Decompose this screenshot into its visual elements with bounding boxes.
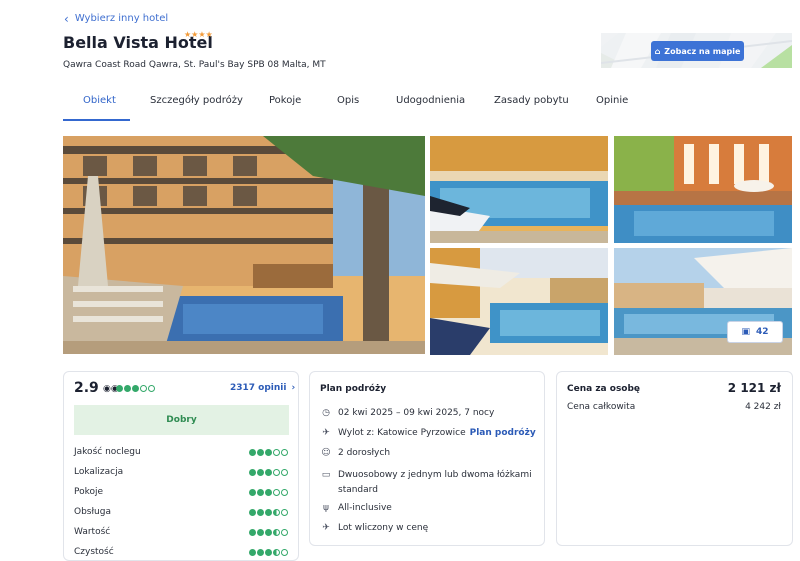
criterion-bubbles bbox=[249, 469, 288, 476]
criterion-bubbles bbox=[249, 489, 288, 496]
rating-bubble bbox=[281, 449, 288, 456]
trip-dates-row: ◷ 02 kwi 2025 – 09 kwi 2025, 7 nocy bbox=[320, 408, 540, 418]
room-row: ▭ Dwuosobowy z jednym lub dwoma łóżkami … bbox=[320, 468, 540, 498]
guests-row: ☺ 2 dorosłych bbox=[320, 448, 540, 458]
flight-included: Lot wliczony w cenę bbox=[338, 523, 429, 533]
criterion-label: Wartość bbox=[74, 527, 111, 537]
trip-dates: 02 kwi 2025 – 09 kwi 2025, 7 nocy bbox=[338, 408, 495, 418]
tab-bar: Obiekt Szczegóły podróży Pokoje Opis Udo… bbox=[63, 95, 663, 121]
rating-bubble bbox=[132, 385, 139, 392]
criterion-label: Obsługa bbox=[74, 507, 111, 517]
guests: 2 dorosłych bbox=[338, 448, 391, 458]
rating-bubble bbox=[281, 529, 288, 536]
calendar-icon: ◷ bbox=[322, 408, 330, 418]
map-pin-icon: ⌂ bbox=[654, 46, 661, 56]
rating-bubble bbox=[273, 449, 280, 456]
rating-bubble bbox=[249, 509, 256, 516]
rating-bubble bbox=[257, 489, 264, 496]
trip-plan-title: Plan podróży bbox=[320, 384, 387, 394]
criterion-label: Pokoje bbox=[74, 487, 104, 497]
rating-bubble bbox=[257, 509, 264, 516]
tab-udogodnienia[interactable]: Udogodnienia bbox=[396, 95, 465, 106]
rating-bubble bbox=[116, 385, 123, 392]
tab-opis[interactable]: Opis bbox=[337, 95, 359, 106]
criterion-bubbles bbox=[249, 449, 288, 456]
rating-bubble bbox=[273, 489, 280, 496]
rating-bubble bbox=[265, 469, 272, 476]
photo-count-button[interactable]: ▣ 42 bbox=[727, 321, 783, 343]
rating-bubble bbox=[249, 489, 256, 496]
flight-icon: ✈ bbox=[322, 523, 330, 533]
rating-bubble bbox=[273, 509, 280, 516]
rating-bubble bbox=[281, 509, 288, 516]
rating-bubble bbox=[249, 469, 256, 476]
rating-bubble bbox=[257, 449, 264, 456]
rating-score: 2.9 bbox=[74, 380, 99, 396]
tab-opinie[interactable]: Opinie bbox=[596, 95, 628, 106]
price-per-person-label: Cena za osobę bbox=[567, 384, 641, 394]
criterion-bubbles bbox=[249, 509, 288, 516]
rating-bubble bbox=[257, 469, 264, 476]
rating-bubble bbox=[281, 469, 288, 476]
room-type: Dwuosobowy z jednym lub dwoma łóżkami st… bbox=[338, 470, 532, 495]
gallery-photo-2[interactable] bbox=[430, 136, 608, 243]
rating-bubble bbox=[273, 469, 280, 476]
board-row: ψ All-inclusive bbox=[320, 503, 540, 513]
total-price: 4 242 zł bbox=[745, 402, 781, 412]
star-rating: ★★★★ bbox=[184, 30, 213, 39]
rating-bubble bbox=[249, 449, 256, 456]
flight-row: ✈ Lot wliczony w cenę bbox=[320, 523, 540, 533]
total-price-label: Cena całkowita bbox=[567, 402, 636, 412]
rating-card: 2.9 ◉◉ 2317 opinii › Dobry Jakość nocleg… bbox=[63, 371, 299, 561]
trip-plan-link[interactable]: Plan podróży bbox=[470, 428, 536, 438]
criterion-label: Czystość bbox=[74, 547, 114, 557]
back-link[interactable]: ‹ Wybierz inny hotel bbox=[64, 11, 169, 26]
rating-verdict: Dobry bbox=[74, 405, 289, 435]
user-icon: ☺ bbox=[321, 448, 331, 458]
rating-bubble bbox=[265, 509, 272, 516]
chevron-left-icon: ‹ bbox=[64, 11, 69, 26]
plane-icon: ✈ bbox=[322, 428, 330, 438]
reviews-link-label: 2317 opinii bbox=[230, 383, 287, 393]
active-tab-indicator bbox=[63, 119, 130, 121]
trip-plan-card: Plan podróży ◷ 02 kwi 2025 – 09 kwi 2025… bbox=[309, 371, 545, 546]
bed-icon: ▭ bbox=[321, 470, 331, 480]
gallery-photo-4[interactable] bbox=[430, 248, 608, 355]
gallery-icon: ▣ bbox=[741, 327, 750, 337]
rating-bubble bbox=[257, 529, 264, 536]
reviews-link[interactable]: 2317 opinii › bbox=[230, 383, 295, 393]
rating-bubble bbox=[265, 449, 272, 456]
rating-bubble bbox=[273, 529, 280, 536]
see-on-map-label: Zobacz na mapie bbox=[664, 46, 741, 56]
criterion-label: Jakość noclegu bbox=[74, 447, 141, 457]
rating-bubble bbox=[281, 489, 288, 496]
board-type: All-inclusive bbox=[338, 503, 392, 513]
tab-szczegoly-podrozy[interactable]: Szczegóły podróży bbox=[150, 95, 243, 106]
see-on-map-button[interactable]: ⌂ Zobacz na mapie bbox=[651, 41, 744, 61]
criterion-bubbles bbox=[249, 529, 288, 536]
departure-airport: Wylot z: Katowice Pyrzowice bbox=[338, 428, 466, 438]
tab-pokoje[interactable]: Pokoje bbox=[269, 95, 301, 106]
back-link-label: Wybierz inny hotel bbox=[74, 13, 169, 24]
price-per-person: 2 121 zł bbox=[727, 381, 781, 395]
price-card: Cena za osobę 2 121 zł Cena całkowita 4 … bbox=[556, 371, 793, 546]
hotel-address: Qawra Coast Road Qawra, St. Paul's Bay S… bbox=[63, 60, 326, 70]
rating-bubble bbox=[124, 385, 131, 392]
rating-bubble bbox=[265, 529, 272, 536]
gallery-photo-3[interactable] bbox=[614, 136, 792, 243]
photo-count: 42 bbox=[755, 327, 769, 337]
departure-row: ✈ Wylot z: Katowice Pyrzowice Plan podróż… bbox=[320, 428, 540, 438]
chevron-right-icon: › bbox=[291, 383, 296, 393]
overall-rating-bubbles bbox=[116, 385, 155, 392]
main-hotel-photo[interactable] bbox=[63, 136, 425, 354]
criterion-label: Lokalizacja bbox=[74, 467, 124, 477]
rating-bubble bbox=[265, 489, 272, 496]
rating-bubble bbox=[140, 385, 147, 392]
rating-bubble bbox=[148, 385, 155, 392]
tab-zasady-pobytu[interactable]: Zasady pobytu bbox=[494, 95, 569, 106]
tab-obiekt[interactable]: Obiekt bbox=[83, 95, 116, 106]
cutlery-icon: ψ bbox=[323, 503, 329, 513]
rating-bubble bbox=[249, 529, 256, 536]
